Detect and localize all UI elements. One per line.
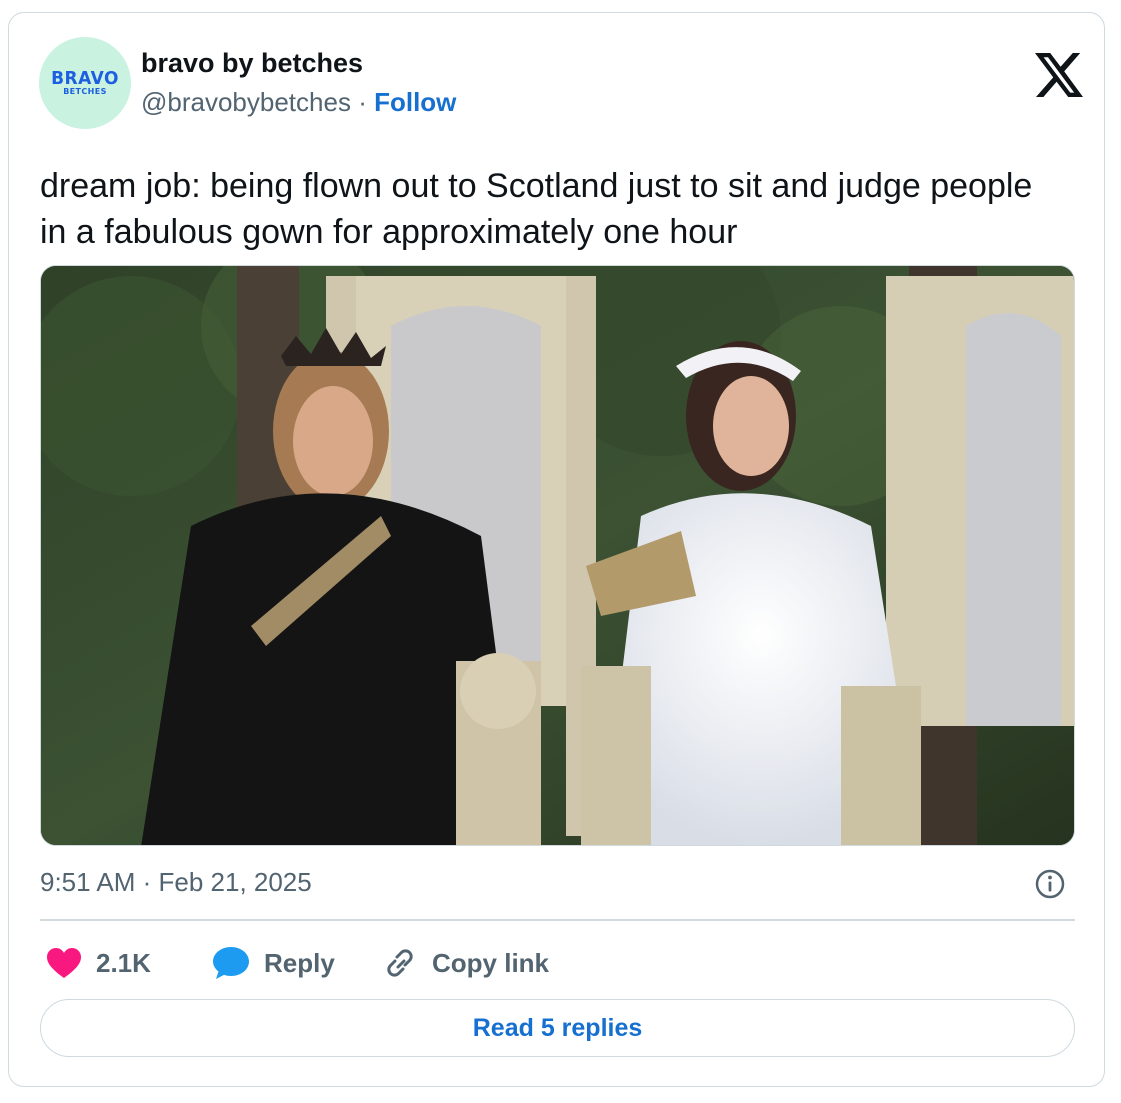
reply-label: Reply	[264, 947, 335, 978]
info-icon[interactable]	[1034, 868, 1066, 900]
link-icon	[387, 949, 413, 977]
copy-link-button[interactable]: Copy link	[382, 941, 549, 985]
read-replies-button[interactable]: Read 5 replies	[40, 999, 1075, 1057]
author-display-name[interactable]: bravo by betches	[141, 48, 363, 79]
like-count: 2.1K	[96, 947, 151, 978]
tweet-timestamp[interactable]: 9:51 AM · Feb 21, 2025	[40, 867, 312, 898]
tweet-photo[interactable]	[40, 265, 1075, 846]
photo-illustration	[41, 266, 1074, 845]
divider	[40, 919, 1075, 921]
reply-button[interactable]: Reply	[212, 941, 335, 985]
tweet-header: BRAVO BETCHES bravo by betches @bravobyb…	[39, 37, 1083, 129]
tweet-card: BRAVO BETCHES bravo by betches @bravobyb…	[8, 12, 1105, 1087]
reply-bubble-icon	[213, 947, 249, 979]
avatar-logo-text: BRAVO	[51, 68, 119, 89]
tweet-actions: 2.1K Reply Copy link	[40, 941, 1075, 985]
x-logo-icon[interactable]	[1035, 53, 1083, 97]
avatar[interactable]: BRAVO BETCHES	[39, 37, 131, 129]
tweet-text: dream job: being flown out to Scotland j…	[40, 167, 1033, 251]
author-handle[interactable]: @bravobybetches	[141, 87, 351, 117]
heart-icon	[47, 948, 81, 978]
copy-link-label: Copy link	[432, 947, 550, 978]
follow-button[interactable]: Follow	[374, 87, 456, 117]
handle-separator: ·	[350, 87, 375, 117]
like-button[interactable]: 2.1K	[46, 941, 151, 985]
author-handle-line: @bravobybetches · Follow	[141, 87, 456, 118]
